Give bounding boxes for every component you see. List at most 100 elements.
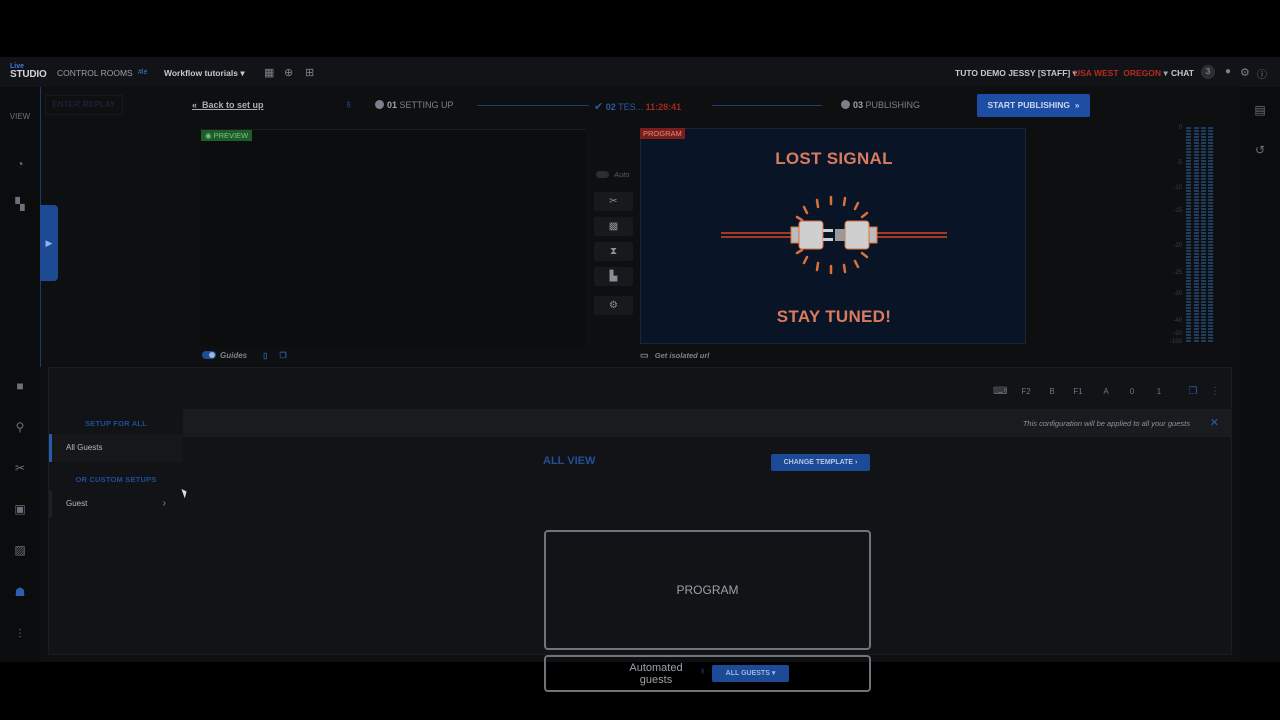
region-dropdown[interactable]: USA WEST OREGON ▾ — [1074, 68, 1168, 79]
gear-icon[interactable]: ⚙ — [1240, 66, 1250, 79]
vu-scale-label: 0 — [1178, 125, 1182, 131]
vu-scale-label: -100 — [1169, 339, 1182, 345]
vu-meter — [1201, 127, 1206, 343]
config-notice-text: This configuration will be applied to al… — [1022, 419, 1190, 428]
program-layout-box[interactable]: PROGRAM — [544, 530, 871, 650]
antenna-icon[interactable]: ⚲ — [0, 420, 40, 434]
copy-icon[interactable]: ❐ — [280, 351, 287, 360]
double-chevron-right-icon: » — [1074, 100, 1080, 110]
chat-button[interactable]: CHAT — [1171, 68, 1194, 78]
setup-for-all-heading: SETUP FOR ALL — [85, 419, 147, 428]
vu-scale-label: -50 — [1173, 331, 1182, 337]
lost-signal-title: LOST SIGNAL — [775, 149, 893, 168]
grid-icon[interactable]: ▚ — [0, 197, 40, 211]
layout-icon[interactable]: ⊞ — [305, 66, 314, 79]
workflow-dropdown[interactable]: Workflow tutorials ▾ — [164, 68, 245, 79]
shortcut-key[interactable]: B — [1045, 385, 1059, 399]
fade-transition-button[interactable]: ▩ — [594, 217, 633, 236]
vu-scale-label: -5 — [1176, 160, 1182, 166]
step-connector — [712, 105, 822, 106]
film-icon: ▙ — [609, 271, 618, 282]
account-dropdown[interactable]: TUTO DEMO JESSY [STAFF] ▾ — [955, 68, 1077, 79]
shortcut-key[interactable]: F1 — [1071, 385, 1085, 399]
step-connector — [477, 105, 589, 106]
more-vertical-icon[interactable]: ⋮ — [1208, 385, 1222, 399]
step-testing[interactable]: ✔ 02 TES... 11:28:41 — [594, 100, 681, 113]
monitor-icon: ▭ — [640, 350, 649, 360]
hourglass-icon: ⧗ — [609, 246, 618, 257]
left-nav: VIEW ◔ ▚ ■ ⚲ ✂ ▣ ▨ ☗ ⫶ — [0, 87, 40, 662]
camera-icon[interactable]: ■ — [0, 379, 40, 393]
lightbulb-icon[interactable]: ♁ — [344, 97, 353, 111]
shortcut-key[interactable]: 1 — [1152, 385, 1166, 399]
automated-guests-label: Automated guests — [629, 662, 683, 686]
presentation-icon[interactable]: ▣ — [0, 502, 40, 516]
all-guests-dropdown[interactable]: ALL GUESTS ▾ — [712, 665, 789, 682]
scissors-icon[interactable]: ✂ — [0, 461, 40, 475]
vu-meter — [1186, 127, 1191, 343]
guests-icon[interactable]: ☗ — [0, 585, 40, 599]
right-nav: ▤ ↺ — [1240, 87, 1280, 662]
preview-tag: ◉ PREVIEW — [201, 130, 253, 141]
toggle-switch[interactable] — [596, 171, 609, 178]
custom-setups-heading: OR CUSTOM SETUPS — [75, 475, 157, 484]
mixer-icon[interactable]: ⫶ — [0, 627, 40, 642]
auto-toggle[interactable]: Auto — [596, 170, 629, 179]
transition-settings-button[interactable]: ⚙ — [594, 296, 633, 315]
shortcut-key[interactable]: F2 — [1019, 385, 1033, 399]
stinger-button[interactable]: ▙ — [594, 267, 633, 286]
setup-sidebar: SETUP FOR ALL All Guests OR CUSTOM SETUP… — [49, 409, 183, 657]
mobile-icon[interactable]: ▯ — [263, 351, 267, 360]
change-template-button[interactable]: CHANGE TEMPLATE › — [771, 454, 870, 471]
shortcut-key[interactable]: 0 — [1125, 385, 1139, 399]
close-icon[interactable]: ✕ — [1210, 416, 1219, 429]
control-rooms-link[interactable]: CONTROL ROOMS — [57, 68, 133, 78]
copy-icon[interactable]: ❐ — [1186, 385, 1200, 399]
shortcut-key[interactable]: A — [1099, 385, 1113, 399]
chevron-down-icon: ▾ — [771, 670, 776, 677]
calendar-icon[interactable]: ▦ — [264, 66, 274, 79]
step-publishing[interactable]: 03 PUBLISHING — [841, 100, 920, 110]
checker-icon: ▩ — [608, 221, 619, 232]
globe-icon[interactable]: ⊕ — [284, 66, 293, 79]
unplugged-cable-icon — [721, 195, 947, 275]
chat-count-badge: 3 — [1201, 65, 1215, 79]
isolated-url-link[interactable]: ▭ Get isolated url — [640, 350, 709, 361]
back-to-setup-link[interactable]: « Back to set up — [192, 100, 264, 110]
program-monitor[interactable]: LOST SIGNAL STAY TUNED! — [640, 128, 1026, 344]
toggle-switch[interactable] — [202, 351, 216, 359]
info-icon[interactable]: ⓘ — [1257, 66, 1267, 81]
enter-replay-button[interactable]: ENTER REPLAY — [45, 95, 123, 115]
list-icon[interactable]: ▤ — [1240, 103, 1280, 117]
cut-transition-button[interactable]: ✂ — [594, 192, 633, 211]
scissors-icon: ✂ — [609, 196, 618, 207]
room-badge: #le — [138, 69, 148, 76]
step-dot-icon — [375, 100, 384, 109]
double-chevron-left-icon: « — [192, 100, 198, 110]
app-logo[interactable]: Live STUDIO — [10, 63, 47, 80]
step-setting-up[interactable]: 01 SETTING UP — [375, 100, 454, 110]
all-guests-item[interactable]: All Guests — [49, 434, 183, 462]
vu-scale-label: -10 — [1173, 185, 1182, 191]
dashboard-icon[interactable]: ◔ — [0, 157, 40, 171]
chevron-down-icon: ▾ — [240, 68, 245, 78]
view-label: VIEW — [9, 112, 31, 121]
expand-panel-button[interactable]: ▶ — [40, 205, 58, 281]
chevron-right-icon: ▶ — [45, 238, 53, 248]
undo-icon[interactable]: ↺ — [1240, 143, 1280, 157]
vu-scale-label: -25 — [1173, 270, 1182, 276]
guest-item[interactable]: Guest › — [49, 490, 183, 518]
stay-tuned-text: STAY TUNED! — [776, 307, 892, 326]
app-window: Live STUDIO CONTROL ROOMS #le Workflow t… — [0, 57, 1280, 692]
lightbulb-icon[interactable]: ♁ — [699, 666, 707, 677]
preview-monitor[interactable] — [200, 129, 586, 347]
vu-scale-label: -40 — [1173, 318, 1182, 324]
hourglass-button[interactable]: ⧗ — [594, 242, 633, 261]
keyboard-icon[interactable]: ⌨ — [993, 385, 1007, 399]
vu-meter — [1194, 127, 1199, 343]
start-publishing-button[interactable]: START PUBLISHING » — [977, 94, 1090, 117]
guides-toggle[interactable]: Guides ▯ ❐ — [202, 351, 287, 360]
user-icon[interactable]: ● — [1225, 66, 1231, 77]
vu-scale-label: -30 — [1173, 291, 1182, 297]
image-icon[interactable]: ▨ — [0, 543, 40, 557]
